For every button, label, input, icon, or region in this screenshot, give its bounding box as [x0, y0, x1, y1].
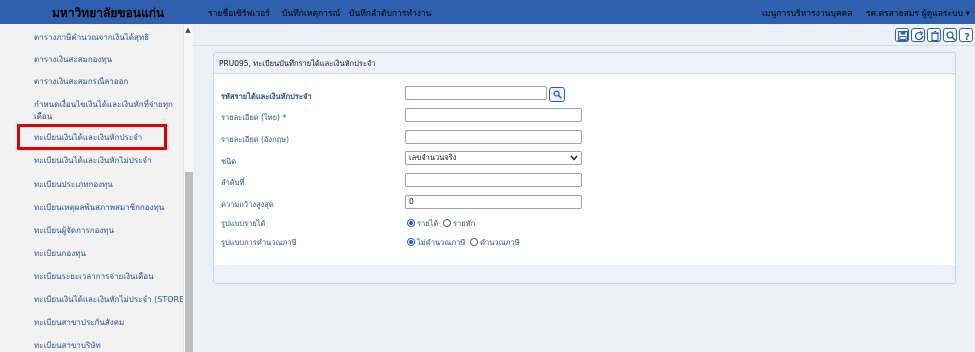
- form-panel: [213, 52, 956, 284]
- code-search-button[interactable]: [549, 87, 565, 102]
- sidebar-item-funds[interactable]: ทะเบียนกองทุน: [34, 248, 86, 259]
- income-kind-label: รูปแบบรายได้: [221, 219, 266, 228]
- sidebar-item-irregular-income-deduction[interactable]: ทะเบียนเงินได้และเงินหักไม่ประจำ: [34, 155, 152, 166]
- sidebar-scroll-thumb[interactable]: [185, 172, 193, 352]
- kind-deduction-label[interactable]: รายหัก: [453, 218, 475, 230]
- sidebar-item-pay-periods[interactable]: ทะเบียนระยะเวลาการจ่ายเงินเดือน: [34, 271, 154, 282]
- help-button[interactable]: ?: [959, 28, 973, 42]
- tax-calc-label[interactable]: คำนวณภาษี: [480, 237, 520, 249]
- kind-income-radio[interactable]: [407, 219, 415, 227]
- kind-deduction-radio[interactable]: [443, 219, 451, 227]
- sidebar-item-social-security-branches[interactable]: ทะเบียนสาขาประกันสังคม: [34, 317, 124, 328]
- order-label: ลำดับที่: [221, 178, 245, 187]
- search-icon: [553, 90, 562, 99]
- highlight-box: [17, 124, 167, 150]
- delete-button[interactable]: [927, 28, 941, 42]
- search-icon: [946, 31, 957, 42]
- save-button[interactable]: [895, 28, 909, 42]
- sidebar-item-company-branches[interactable]: ทะเบียนสาขาบริษัท: [34, 340, 101, 351]
- desc-th-label: รายละเอียด (ไทย) *: [221, 113, 287, 122]
- brand-title[interactable]: มหาวิทยาลัยขอนแก่น: [52, 4, 164, 23]
- sidebar-item-fund-savings-table[interactable]: ตารางเงินสะสมกองทุน: [34, 54, 112, 65]
- code-input[interactable]: [405, 86, 547, 100]
- sidebar-item-fund-types[interactable]: ทะเบียนประเภทกองทุน: [34, 179, 113, 190]
- chevron-down-icon: [570, 155, 578, 161]
- svg-text:?: ?: [964, 32, 970, 42]
- desc-en-input[interactable]: [405, 130, 582, 144]
- order-input[interactable]: [405, 173, 582, 187]
- panel-title: PRU095, ทะเบียนบันทึกรายได้และเงินหักประ…: [219, 59, 376, 68]
- panel-footer: [214, 265, 955, 283]
- nav-server-list[interactable]: รายชื่อเซิร์ฟเวอร์: [208, 6, 270, 20]
- search-toolbar-button[interactable]: [943, 28, 957, 42]
- sidebar-item-membership-end-reasons[interactable]: ทะเบียนเหตุผลพ้นสภาพสมาชิกกองทุน: [34, 202, 164, 213]
- sidebar-item-monthly-conditions[interactable]: กำหนดเงื่อนไขเงินได้และเงินหักที่จ่ายทุก: [34, 99, 173, 110]
- code-label: รหัสรายได้และเงินหักประจำ: [221, 92, 312, 101]
- sidebar-item-fund-managers[interactable]: ทะเบียนผู้จัดการกองทุน: [34, 225, 114, 236]
- nav-workflow-log[interactable]: บันทึกลำดับการทำงาน: [349, 6, 431, 20]
- refresh-button[interactable]: [911, 28, 925, 42]
- toolbar-divider: [193, 45, 975, 46]
- sidebar-item-tax-table[interactable]: ตารางภาษีคำนวณจากเงินได้สุทธิ: [34, 32, 149, 43]
- sidebar-item-monthly-conditions-cont[interactable]: เดือน: [34, 111, 52, 122]
- tax-none-label[interactable]: ไม่คำนวณภาษี: [417, 237, 465, 249]
- type-select-value: เลขจำนวนจริง: [409, 153, 457, 162]
- tax-calc-radio[interactable]: [470, 238, 478, 246]
- max-width-input[interactable]: 0: [405, 195, 582, 209]
- nav-event-log[interactable]: บันทึกเหตุการณ์: [282, 6, 340, 20]
- nav-personnel-menu[interactable]: เมนูการบริหารงานบุคคล: [762, 6, 852, 20]
- scroll-up-icon[interactable]: ▲: [184, 26, 192, 34]
- user-menu[interactable]: รศ.ดรสายสมร ผู้ดูแลระบบ ▾: [866, 6, 970, 20]
- type-label: ชนิด: [221, 157, 237, 166]
- help-icon: ?: [964, 32, 970, 42]
- delete-icon: [931, 30, 939, 42]
- tax-none-radio[interactable]: [407, 238, 415, 246]
- type-select[interactable]: เลขจำนวนจริง: [405, 151, 582, 165]
- refresh-icon: [914, 30, 924, 41]
- tax-method-label: รูปแบบการคำนวณภาษี: [221, 238, 297, 247]
- desc-th-input[interactable]: [405, 108, 582, 122]
- sidebar-item-irregular-store[interactable]: ทะเบียนเงินได้และเงินหักไม่ประจำ (STORE): [34, 294, 187, 305]
- save-icon: [897, 30, 909, 42]
- sidebar-item-resign-savings-table[interactable]: ตารางเงินสะสมกรณีลาออก: [34, 76, 128, 87]
- max-width-label: ความกว้างสูงสุด: [221, 200, 274, 209]
- kind-income-label[interactable]: รายได้: [417, 218, 438, 230]
- desc-en-label: รายละเอียด (อังกฤษ): [221, 135, 290, 144]
